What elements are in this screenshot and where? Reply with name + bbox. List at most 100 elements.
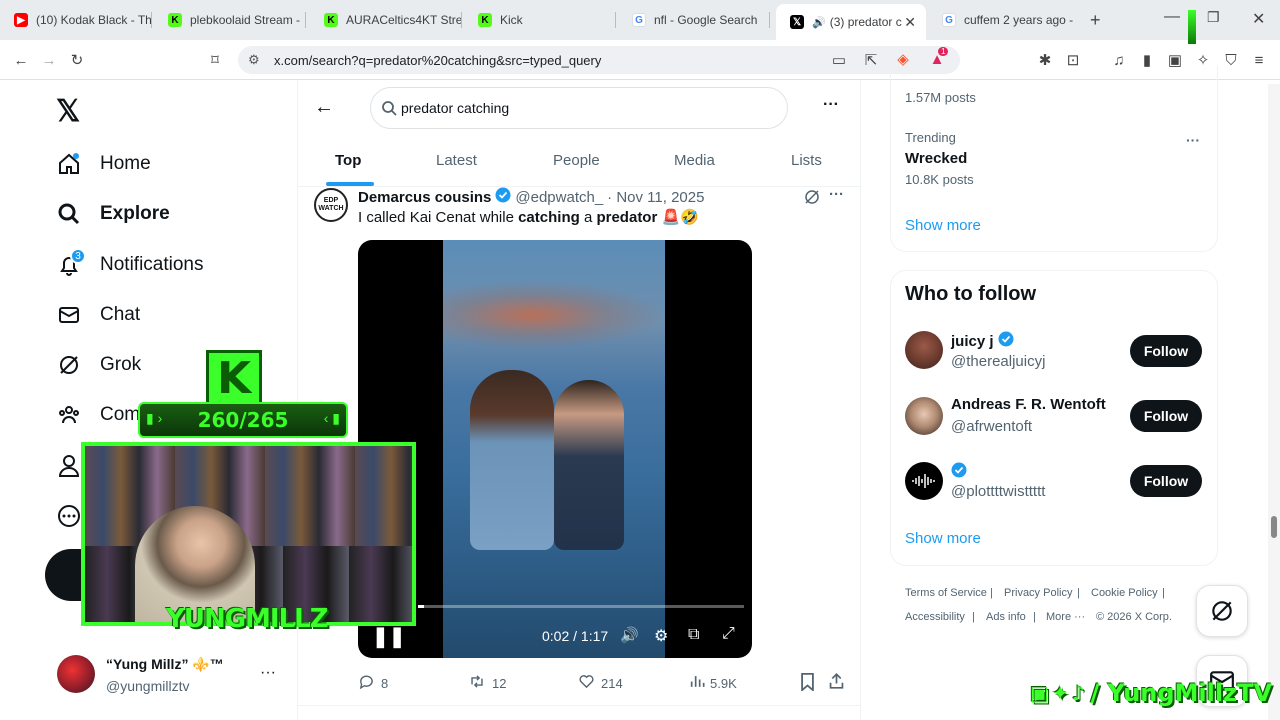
follow-button[interactable]: Follow (1130, 465, 1202, 497)
share-icon[interactable]: ⇱ (862, 51, 880, 69)
footer-link[interactable]: Accessibility (905, 611, 965, 623)
footer-link[interactable]: Ads info (986, 611, 1026, 623)
trends-show-more[interactable]: Show more (905, 217, 981, 234)
scrollbar-thumb[interactable] (1271, 516, 1277, 538)
follow-button[interactable]: Follow (1130, 400, 1202, 432)
browser-tab[interactable]: K AURACeltics4KT Strea (310, 6, 462, 34)
nav-communities[interactable]: Com (56, 397, 140, 433)
menu-icon[interactable]: ≡ (1250, 51, 1268, 69)
grok-icon (1212, 601, 1232, 621)
tweet-avatar[interactable]: EDP WATCH (314, 188, 348, 222)
site-info-icon[interactable]: ⚙ (248, 52, 260, 68)
nav-notifications[interactable]: 3 Notifications (56, 247, 204, 283)
search-more-icon[interactable]: ··· (823, 96, 839, 114)
tweet-author-name[interactable]: Demarcus cousins (358, 189, 491, 206)
tab-media[interactable]: Media (674, 152, 715, 169)
footer-link[interactable]: Terms of Service (905, 587, 987, 599)
scrollbar[interactable] (1268, 84, 1280, 720)
views-button[interactable]: 5.9K (689, 673, 737, 693)
bookmark-icon[interactable] (800, 673, 815, 696)
tweet-text-part: a (579, 209, 597, 226)
search-input[interactable]: predator catching (370, 87, 788, 129)
video-progress-track[interactable] (418, 605, 744, 608)
browser-tab[interactable]: G nfl - Google Search (618, 6, 770, 34)
picture-in-picture-icon[interactable]: ⧉ (688, 626, 699, 644)
tab-title: plebkoolaid Stream - (190, 13, 301, 27)
reply-button[interactable]: 8 (358, 673, 388, 693)
new-tab-button[interactable]: + (1090, 10, 1101, 31)
close-window-button[interactable]: ✕ (1252, 9, 1265, 29)
share-icon[interactable] (828, 672, 845, 695)
pause-icon[interactable]: ❚❚ (372, 624, 406, 649)
trend-more-icon[interactable]: ··· (1186, 132, 1200, 148)
grok-explain-icon[interactable] (803, 188, 821, 211)
search-query: predator catching (401, 100, 510, 116)
follow-user-handle: @plottttwisttttt (951, 483, 1046, 500)
close-tab-icon[interactable]: ✕ (904, 14, 916, 31)
avatar[interactable] (57, 655, 95, 693)
follow-button[interactable]: Follow (1130, 335, 1202, 367)
follow-user-name[interactable]: juicy j (951, 331, 1014, 351)
minimize-button[interactable]: — (1164, 8, 1180, 26)
grok-float-button[interactable] (1196, 585, 1248, 637)
profile-more-icon[interactable]: ··· (260, 664, 276, 682)
restore-button[interactable]: ❐ (1207, 9, 1220, 26)
back-icon[interactable]: ← (12, 51, 30, 69)
tweet-date[interactable]: · Nov 11, 2025 (607, 189, 704, 206)
avatar[interactable] (905, 331, 943, 369)
repost-button[interactable]: 12 (468, 673, 506, 693)
like-button[interactable]: 214 (578, 673, 623, 693)
follow-show-more[interactable]: Show more (905, 530, 981, 547)
follow-user-name[interactable]: Andreas F. R. Wentoft (951, 396, 1106, 413)
verified-icon (998, 331, 1014, 351)
tab-people[interactable]: People (553, 152, 600, 169)
reply-icon (358, 673, 375, 693)
grok-icon (56, 352, 82, 378)
settings-icon[interactable]: ⚙ (654, 626, 668, 646)
footer-link[interactable]: More ··· (1046, 611, 1085, 623)
social-handles: ▣ ✦ ♪ / YungMillzTV (1030, 676, 1272, 710)
browser-tab[interactable]: K Kick (464, 6, 616, 34)
nav-chat[interactable]: Chat (56, 297, 140, 333)
overlay-green-mark (1188, 10, 1196, 44)
more-nav-icon[interactable] (57, 504, 81, 533)
nav-grok[interactable]: Grok (56, 347, 141, 383)
bookmark-icon[interactable]: ⌑ (206, 51, 224, 69)
url-bar[interactable]: ⚙ x.com/search?q=predator%20catching&src… (238, 46, 960, 74)
vpn-icon[interactable]: ⛉ (1222, 51, 1240, 69)
browser-tab[interactable]: G cuffem 2 years ago - (928, 6, 1080, 34)
tab-top[interactable]: Top (335, 152, 361, 169)
back-arrow-icon[interactable]: ← (314, 96, 334, 119)
reload-icon[interactable]: ↻ (68, 51, 86, 69)
forward-icon[interactable]: → (40, 51, 58, 69)
trend-name[interactable]: Wrecked (905, 150, 967, 167)
cast-icon[interactable]: ▭ (830, 51, 848, 69)
browser-tab-active[interactable]: 𝕏 🔊 (3) predator c ✕ (776, 4, 926, 40)
tab-lists[interactable]: Lists (791, 152, 822, 169)
video-player[interactable]: ❚❚ 0:02 / 1:17 🔊 ⚙ ⧉ ⤢ (358, 240, 752, 658)
bell-icon: 3 (56, 248, 86, 278)
search-icon (381, 100, 397, 119)
twitch-icon: ▣ (1030, 681, 1049, 705)
nav-label: Com (100, 404, 141, 425)
nav-explore[interactable]: Explore (56, 196, 170, 232)
avatar[interactable] (905, 462, 943, 500)
browser-tab[interactable]: K plebkoolaid Stream - (154, 6, 306, 34)
avatar[interactable] (905, 397, 943, 435)
repost-count: 12 (492, 675, 507, 691)
nav-home[interactable]: Home (56, 146, 151, 182)
x-logo-icon[interactable]: 𝕏 (56, 94, 80, 129)
kick-icon: K (324, 13, 338, 27)
video-person-left (470, 370, 554, 550)
volume-icon[interactable]: 🔊 (620, 626, 639, 644)
footer-link[interactable]: Privacy Policy (1004, 587, 1072, 599)
fullscreen-icon[interactable]: ⤢ (722, 625, 735, 643)
profile-nav-icon[interactable] (58, 454, 80, 483)
tweet-handle[interactable]: @edpwatch_ (515, 189, 603, 206)
tab-title: (10) Kodak Black - Th (36, 13, 152, 27)
browser-tab[interactable]: ▶ (10) Kodak Black - Th (0, 6, 152, 34)
tweet-more-icon[interactable]: ··· (829, 186, 844, 203)
footer-link[interactable]: Cookie Policy (1091, 587, 1158, 599)
tweet-header: Demarcus cousins @edpwatch_ · Nov 11, 20… (358, 187, 704, 207)
tab-latest[interactable]: Latest (436, 152, 477, 169)
